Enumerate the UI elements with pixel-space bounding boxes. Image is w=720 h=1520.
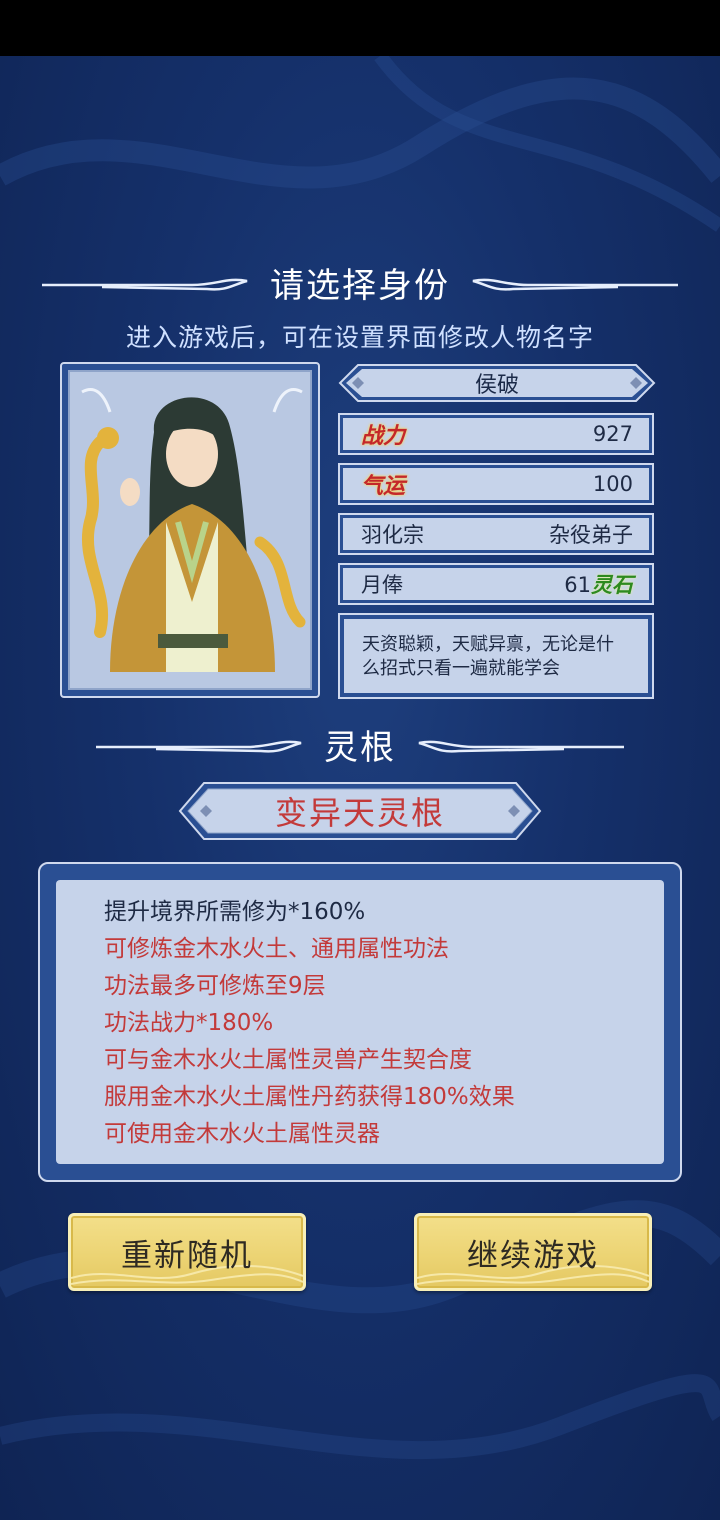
continue-game-button-label: 继续游戏 [467, 1237, 599, 1274]
effect-line: 功法最多可修炼至9层 [104, 973, 326, 999]
effect-line: 可使用金木水火土属性灵器 [104, 1121, 380, 1147]
luck-value: 100 [592, 472, 633, 496]
left-wing-ornament [42, 278, 248, 291]
salary-value: 61 [564, 573, 591, 597]
sect-name: 羽化宗 [361, 523, 424, 547]
character-illustration [81, 388, 306, 672]
luck-row: 气运 100 [338, 463, 654, 505]
character-description-box: 天资聪颖，天赋异禀，无论是什么招式只看一遍就能学会 [338, 613, 654, 699]
continue-game-button[interactable]: 继续游戏 [414, 1213, 652, 1291]
combat-power-label: 战力 [361, 423, 406, 449]
sect-row: 羽化宗 杂役弟子 [338, 513, 654, 555]
salary-row: 月俸 61灵石 [338, 563, 654, 605]
sect-rank: 杂役弟子 [549, 523, 633, 547]
character-name[interactable]: 侯破 [338, 363, 656, 403]
spirit-root-effects-frame: 提升境界所需修为*160% 可修炼金木水火土、通用属性功法 功法最多可修炼至9层… [38, 862, 682, 1182]
salary-label: 月俸 [361, 573, 403, 597]
salary-amount: 61灵石 [564, 569, 633, 599]
right-wing-ornament [472, 278, 678, 291]
spirit-root-title: 灵根 [324, 728, 396, 768]
right-wing-ornament [418, 740, 624, 753]
spirit-root-effects-list: 提升境界所需修为*160% 可修炼金木水火土、通用属性功法 功法最多可修炼至9层… [56, 880, 664, 1164]
spirit-root-plate: 变异天灵根 [178, 781, 542, 841]
left-wing-ornament [96, 740, 302, 753]
status-bar [0, 0, 720, 56]
combat-power-value: 927 [592, 422, 633, 446]
combat-power-row: 战力 927 [338, 413, 654, 455]
page-title: 请选择身份 [270, 266, 450, 306]
effect-line: 提升境界所需修为*160% [104, 899, 366, 925]
spirit-root-type: 变异天灵根 [274, 794, 445, 832]
effect-line: 功法战力*180% [104, 1010, 274, 1036]
page-subtitle: 进入游戏后，可在设置界面修改人物名字 [125, 323, 594, 352]
effect-line: 服用金木水火土属性丹药获得180%效果 [104, 1084, 515, 1110]
reroll-button-label: 重新随机 [121, 1237, 253, 1274]
portrait-frame [60, 362, 320, 698]
effect-line: 可与金木水火土属性灵兽产生契合度 [104, 1047, 472, 1073]
spirit-root-title-row: 灵根 [0, 720, 720, 769]
spirit-stone-unit: 灵石 [591, 572, 633, 597]
reroll-button[interactable]: 重新随机 [68, 1213, 306, 1291]
luck-label: 气运 [361, 473, 406, 499]
character-name-plate: 侯破 [338, 363, 656, 403]
character-description: 天资聪颖，天赋异禀，无论是什么招式只看一遍就能学会 [344, 619, 648, 693]
title-row: 请选择身份 [0, 258, 720, 307]
effect-line: 可修炼金木水火土、通用属性功法 [104, 936, 449, 962]
character-portrait [68, 370, 312, 690]
